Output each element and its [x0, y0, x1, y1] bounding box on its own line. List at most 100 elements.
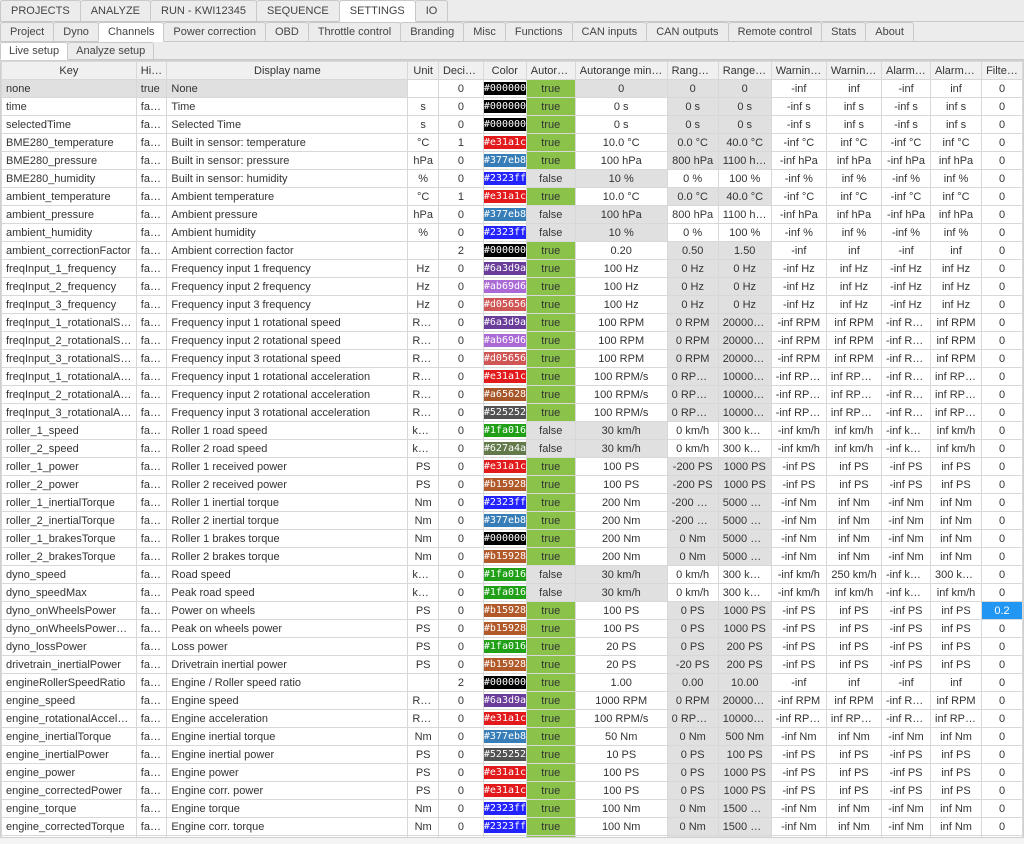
cell-alarm-low[interactable]: -inf km/h: [882, 584, 931, 602]
cell-decimals[interactable]: 0: [438, 548, 483, 566]
table-row[interactable]: drivetrain_inertialPowerfalseDrivetrain …: [2, 656, 1023, 674]
table-row[interactable]: freqInput_1_frequencyfalseFrequency inpu…: [2, 260, 1023, 278]
cell-decimals[interactable]: 0: [438, 368, 483, 386]
cell-filter[interactable]: 0: [982, 818, 1023, 836]
cell-unit[interactable]: hPa: [408, 152, 439, 170]
cell-autorange[interactable]: true: [526, 476, 575, 494]
cell-warning-high[interactable]: inf s: [826, 116, 881, 134]
cell-display-name[interactable]: Roller 2 received power: [167, 476, 408, 494]
cell-autorange-min-span[interactable]: 100 Hz: [575, 278, 667, 296]
primary-tab-io[interactable]: IO: [415, 0, 449, 21]
cell-range-min[interactable]: -20 PS: [667, 656, 718, 674]
cell-filter[interactable]: 0: [982, 278, 1023, 296]
cell-decimals[interactable]: 0: [438, 278, 483, 296]
cell-range-max[interactable]: 0 Hz: [718, 260, 771, 278]
cell-filter[interactable]: 0: [982, 530, 1023, 548]
cell-alarm-high[interactable]: inf PS: [931, 782, 982, 800]
cell-autorange-min-span[interactable]: 0 s: [575, 116, 667, 134]
cell-hide[interactable]: false: [136, 782, 167, 800]
cell-range-min[interactable]: 0 RPM/s: [667, 404, 718, 422]
col-header-autorange-min-span[interactable]: Autorange min span: [575, 62, 667, 80]
cell-autorange[interactable]: true: [526, 116, 575, 134]
cell-autorange[interactable]: true: [526, 80, 575, 98]
cell-alarm-high[interactable]: inf Nm: [931, 512, 982, 530]
cell-range-min[interactable]: 0 PS: [667, 746, 718, 764]
cell-autorange-min-span[interactable]: 1000 RPM: [575, 692, 667, 710]
cell-warning-low[interactable]: -inf PS: [771, 782, 826, 800]
cell-warning-low[interactable]: -inf PS: [771, 458, 826, 476]
cell-key[interactable]: engine_power: [2, 764, 137, 782]
cell-range-min[interactable]: 0 km/h: [667, 566, 718, 584]
cell-range-max[interactable]: 300 km/h: [718, 422, 771, 440]
cell-range-min[interactable]: 0 Hz: [667, 278, 718, 296]
cell-warning-high[interactable]: inf PS: [826, 638, 881, 656]
cell-alarm-high[interactable]: inf s: [931, 98, 982, 116]
cell-autorange[interactable]: true: [526, 656, 575, 674]
cell-decimals[interactable]: 0: [438, 170, 483, 188]
cell-warning-high[interactable]: inf Hz: [826, 278, 881, 296]
cell-filter[interactable]: 0: [982, 188, 1023, 206]
cell-alarm-low[interactable]: -inf hPa: [882, 206, 931, 224]
cell-autorange-min-span[interactable]: 100 PS: [575, 476, 667, 494]
cell-alarm-low[interactable]: -inf Nm: [882, 836, 931, 839]
cell-range-max[interactable]: 40.0 °C: [718, 134, 771, 152]
cell-display-name[interactable]: Ambient pressure: [167, 206, 408, 224]
cell-decimals[interactable]: 0: [438, 386, 483, 404]
cell-range-min[interactable]: 0 PS: [667, 602, 718, 620]
cell-alarm-high[interactable]: inf Hz: [931, 260, 982, 278]
cell-display-name[interactable]: Road speed: [167, 566, 408, 584]
color-swatch[interactable]: #e31a1c: [484, 712, 526, 725]
table-row[interactable]: engine_inertialTorquefalseEngine inertia…: [2, 728, 1023, 746]
cell-hide[interactable]: false: [136, 530, 167, 548]
secondary-tab-channels[interactable]: Channels: [98, 22, 164, 42]
cell-hide[interactable]: false: [136, 206, 167, 224]
cell-color[interactable]: #000000: [483, 80, 526, 98]
cell-alarm-low[interactable]: -inf %: [882, 170, 931, 188]
cell-autorange-min-span[interactable]: 100 RPM/s: [575, 710, 667, 728]
cell-filter[interactable]: 0: [982, 728, 1023, 746]
cell-hide[interactable]: false: [136, 296, 167, 314]
cell-range-min[interactable]: 0.0 °C: [667, 188, 718, 206]
color-swatch[interactable]: #e31a1c: [484, 190, 526, 203]
cell-range-max[interactable]: 300 km/h: [718, 440, 771, 458]
cell-range-max[interactable]: 20000 RPM: [718, 332, 771, 350]
cell-range-max[interactable]: 300 km/h: [718, 566, 771, 584]
cell-alarm-low[interactable]: -inf s: [882, 116, 931, 134]
cell-range-max[interactable]: 100 %: [718, 224, 771, 242]
cell-unit[interactable]: Nm: [408, 818, 439, 836]
cell-decimals[interactable]: 0: [438, 566, 483, 584]
cell-filter[interactable]: 0: [982, 566, 1023, 584]
cell-key[interactable]: BME280_temperature: [2, 134, 137, 152]
cell-decimals[interactable]: 0: [438, 260, 483, 278]
cell-color[interactable]: #000000: [483, 116, 526, 134]
table-row[interactable]: ambient_correctionFactorfalseAmbient cor…: [2, 242, 1023, 260]
cell-filter[interactable]: 0: [982, 98, 1023, 116]
secondary-tab-power-correction[interactable]: Power correction: [163, 22, 266, 41]
cell-range-max[interactable]: 300 km/h: [718, 584, 771, 602]
color-swatch[interactable]: #377eb8: [484, 730, 526, 743]
cell-range-max[interactable]: 100 %: [718, 170, 771, 188]
cell-alarm-low[interactable]: -inf PS: [882, 638, 931, 656]
cell-range-min[interactable]: -200 PS: [667, 476, 718, 494]
cell-filter[interactable]: 0: [982, 134, 1023, 152]
cell-decimals[interactable]: 0: [438, 764, 483, 782]
cell-display-name[interactable]: None: [167, 80, 408, 98]
cell-alarm-low[interactable]: -inf PS: [882, 620, 931, 638]
cell-range-min[interactable]: 0 RPM/s: [667, 386, 718, 404]
cell-warning-low[interactable]: -inf Nm: [771, 494, 826, 512]
cell-unit[interactable]: %: [408, 224, 439, 242]
cell-autorange[interactable]: true: [526, 674, 575, 692]
cell-filter[interactable]: 0: [982, 80, 1023, 98]
cell-range-max[interactable]: 1000 PS: [718, 764, 771, 782]
cell-autorange[interactable]: true: [526, 836, 575, 839]
cell-filter[interactable]: 0: [982, 782, 1023, 800]
cell-display-name[interactable]: Engine corr. power: [167, 782, 408, 800]
cell-key[interactable]: drivetrain_inertialPower: [2, 656, 137, 674]
cell-filter[interactable]: 0: [982, 584, 1023, 602]
color-swatch[interactable]: #e31a1c: [484, 784, 526, 797]
cell-range-max[interactable]: 0 Hz: [718, 296, 771, 314]
cell-alarm-high[interactable]: inf Nm: [931, 836, 982, 839]
cell-display-name[interactable]: Selected Time: [167, 116, 408, 134]
table-row[interactable]: engine_torquefalseEngine torqueNm0#2323f…: [2, 800, 1023, 818]
cell-key[interactable]: freqInput_1_frequency: [2, 260, 137, 278]
